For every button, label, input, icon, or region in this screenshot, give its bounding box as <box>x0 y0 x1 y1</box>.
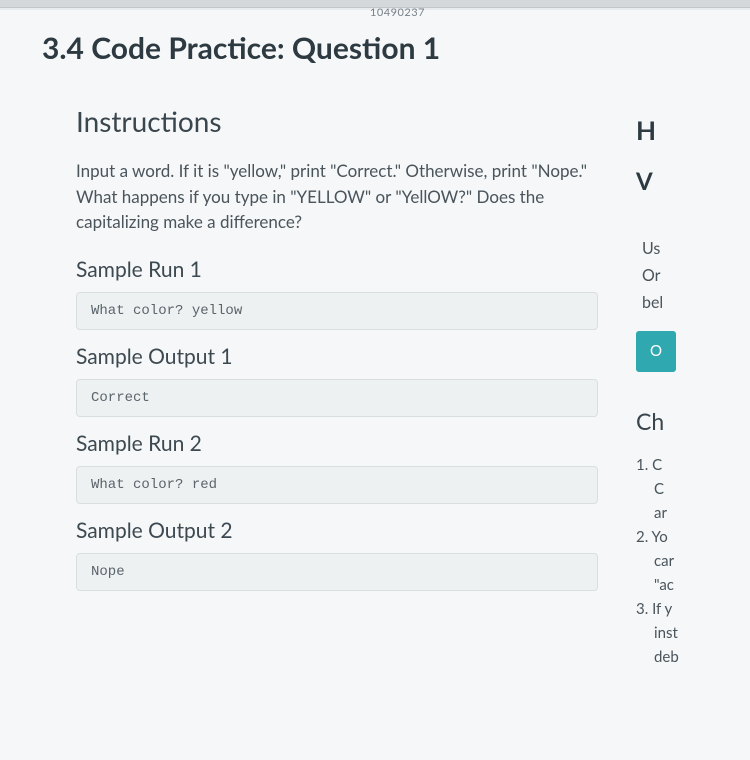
instructions-heading: Instructions <box>76 104 608 138</box>
sidebar-text-or: Or <box>642 262 750 289</box>
sample-run-1-heading: Sample Run 1 <box>76 257 608 282</box>
sample-output-2-heading: Sample Output 2 <box>76 518 608 543</box>
sidebar-teal-button[interactable]: O <box>636 331 676 373</box>
sidebar-list-item-1b: C <box>654 477 750 501</box>
sidebar-partial: H V Us Or bel O Ch 1. C C ar 2. Yo car "… <box>636 104 750 669</box>
sample-run-2-heading: Sample Run 2 <box>76 431 608 456</box>
sidebar-list-item-3b: inst <box>654 621 750 645</box>
instructions-body: Input a word. If it is "yellow," print "… <box>76 158 606 235</box>
sample-output-1-code: Correct <box>76 379 598 417</box>
page-title: 3.4 Code Practice: Question 1 <box>42 30 750 66</box>
sidebar-list-item-1c: ar <box>654 501 750 525</box>
sidebar-list-item-3a: 3. If y <box>636 597 750 621</box>
sidebar-list-item-1a: 1. C <box>636 453 750 477</box>
sample-output-1-heading: Sample Output 1 <box>76 344 608 369</box>
sidebar-text-us: Us <box>642 235 750 262</box>
content-row: Instructions Input a word. If it is "yel… <box>48 104 750 669</box>
sidebar-heading-v: V <box>636 162 750 203</box>
sidebar-list-item-2a: 2. Yo <box>636 525 750 549</box>
tab-id-fragment: 10490237 <box>370 6 425 19</box>
sidebar-ch-heading: Ch <box>636 402 750 441</box>
sample-run-1-code: What color? yellow <box>76 292 598 330</box>
sidebar-list-item-2c: "ac <box>654 573 750 597</box>
sidebar-text-bel: bel <box>642 289 750 316</box>
sidebar-list-item-3c: deb <box>654 645 750 669</box>
sample-output-2-code: Nope <box>76 553 598 591</box>
sidebar-list-item-2b: car <box>654 549 750 573</box>
main-column: Instructions Input a word. If it is "yel… <box>48 104 608 669</box>
sample-run-2-code: What color? red <box>76 466 598 504</box>
page-container: 10490237 3.4 Code Practice: Question 1 I… <box>0 10 750 760</box>
sidebar-heading-h: H <box>636 108 750 152</box>
